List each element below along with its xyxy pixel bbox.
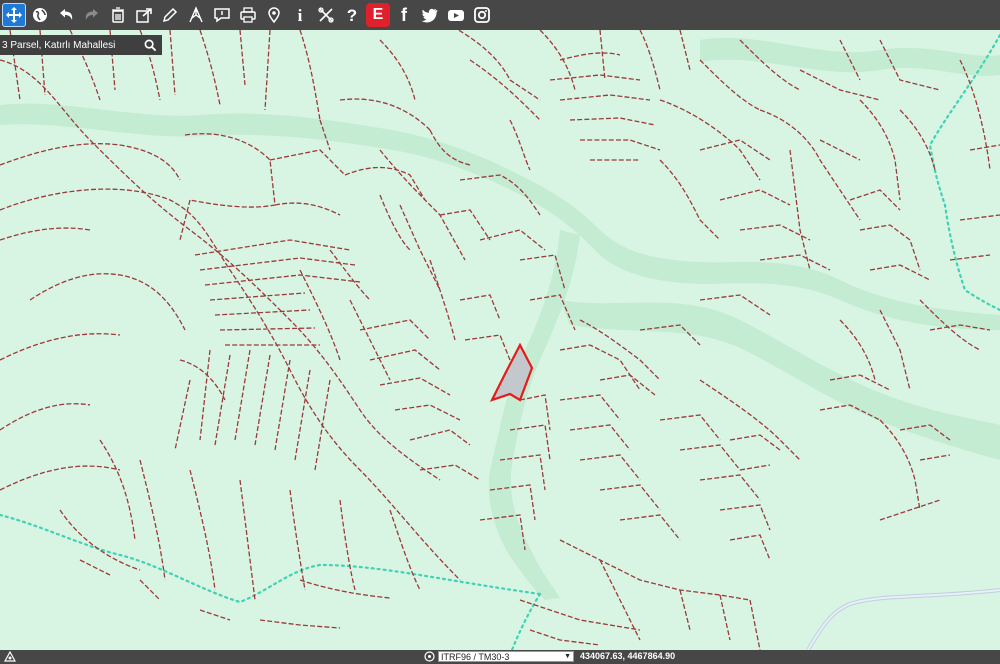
redo-icon[interactable]	[80, 3, 104, 27]
crosshair-icon[interactable]	[424, 651, 435, 662]
projection-select[interactable]: ITRF96 / TM30-3 ▼	[438, 651, 574, 662]
share-icon[interactable]	[132, 3, 156, 27]
toolbar: i ? E f	[0, 0, 1000, 30]
facebook-glyph: f	[401, 5, 407, 25]
undo-icon[interactable]	[54, 3, 78, 27]
search-icon[interactable]	[140, 35, 160, 55]
trash-icon[interactable]	[106, 3, 130, 27]
facebook-icon[interactable]: f	[392, 3, 416, 27]
help-icon[interactable]: ?	[340, 3, 364, 27]
projection-value: ITRF96 / TM30-3	[441, 651, 510, 662]
pan-icon[interactable]	[2, 3, 26, 27]
measure-icon[interactable]	[184, 3, 208, 27]
info-glyph: i	[297, 5, 303, 25]
search-input[interactable]	[0, 39, 140, 51]
parcel-map[interactable]	[0, 0, 1000, 664]
pencil-icon[interactable]	[158, 3, 182, 27]
chevron-down-icon: ▼	[564, 653, 571, 660]
location-pin-icon[interactable]	[262, 3, 286, 27]
globe-icon[interactable]	[28, 3, 52, 27]
e-devlet-glyph: E	[372, 6, 384, 23]
coordinate-readout: 434067.63, 4467864.90	[580, 651, 676, 661]
youtube-icon[interactable]	[444, 3, 468, 27]
tools-icon[interactable]	[314, 3, 338, 27]
logo-icon	[4, 651, 16, 662]
instagram-icon[interactable]	[470, 3, 494, 27]
info-icon[interactable]: i	[288, 3, 312, 27]
help-glyph: ?	[346, 5, 358, 25]
twitter-icon[interactable]	[418, 3, 442, 27]
e-devlet-icon[interactable]: E	[366, 3, 390, 27]
search-box	[0, 35, 162, 55]
print-icon[interactable]	[236, 3, 260, 27]
status-bar: ITRF96 / TM30-3 ▼ 434067.63, 4467864.90	[0, 650, 1000, 664]
comment-icon[interactable]	[210, 3, 234, 27]
